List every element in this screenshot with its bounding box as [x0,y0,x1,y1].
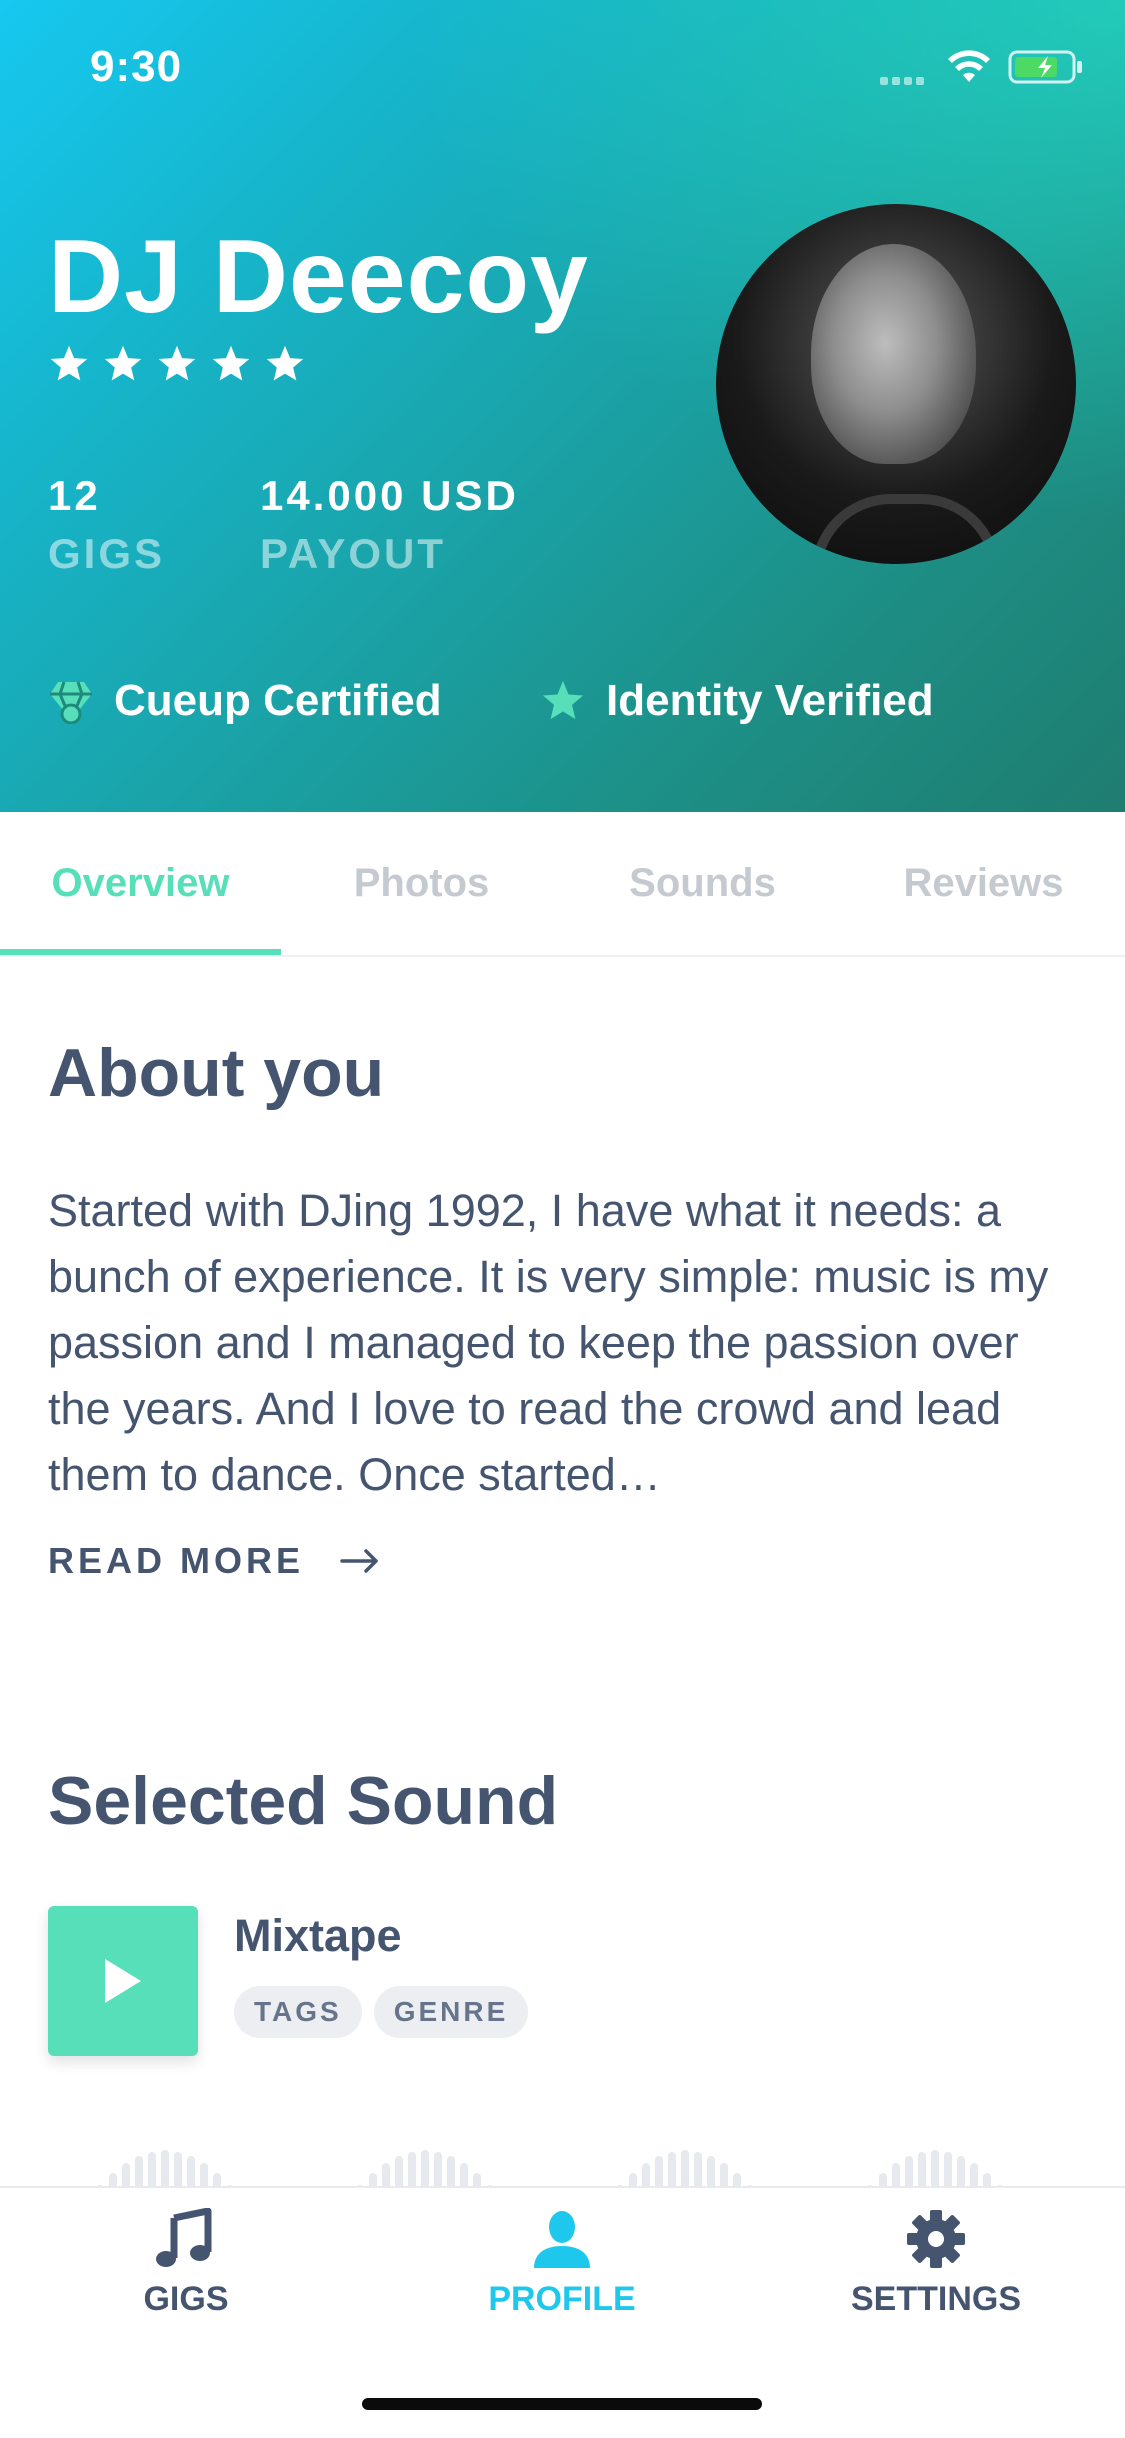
avatar[interactable] [716,204,1076,564]
play-icon [105,1959,141,2003]
nav-gigs[interactable]: GIGS [86,2208,286,2319]
rating-star-icon [158,345,196,381]
rating-star-icon [266,345,304,381]
badge-identity-verified-label: Identity Verified [606,676,934,725]
rating-star-icon [104,345,142,381]
nav-settings[interactable]: SETTINGS [836,2208,1036,2319]
avatar-face [811,244,976,464]
nav-settings-label: SETTINGS [850,2280,1022,2318]
tab-overview[interactable]: Overview [0,812,281,955]
tab-sounds[interactable]: Sounds [562,812,843,955]
nav-gigs-label: GIGS [143,2280,229,2318]
profile-header: 9:30 DJ Deecoy 12 GIGS 14.000 USD PAYOUT [0,0,1125,812]
cellular-signal-icon [880,72,932,85]
stat-gigs-label: GIGS [48,530,166,577]
stat-gigs-value: 12 [48,472,101,519]
badge-cueup-certified: Cueup Certified [48,676,442,726]
nav-profile-label: PROFILE [488,2280,636,2318]
status-time: 9:30 [90,42,183,91]
gear-icon [907,2210,965,2268]
rating-stars [48,344,306,384]
track-tags: TAGS GENRE [234,1986,529,2038]
nav-profile[interactable]: PROFILE [462,2208,662,2319]
stat-payout-value: 14.000 USD [260,472,519,519]
status-bar: 9:30 [0,0,1125,140]
tab-photos[interactable]: Photos [281,812,562,955]
about-text: Started with DJing 1992, I have what it … [48,1185,1049,1500]
music-note-icon [156,2208,212,2267]
play-button[interactable] [48,1906,198,2056]
rating-star-icon [50,345,88,381]
diamond-icon [50,681,92,724]
active-tab-indicator [0,949,281,955]
person-icon [534,2211,590,2268]
wifi-icon [948,50,990,82]
genre-chip[interactable]: GENRE [373,1986,529,2038]
stat-payout: 14.000 USD PAYOUT [260,472,519,578]
selected-sound-title: Selected Sound [48,1763,559,1839]
arrow-right-icon [340,1549,378,1573]
stat-gigs: 12 GIGS [48,472,165,578]
about-title: About you [48,1035,385,1111]
track-title: Mixtape [234,1910,402,1961]
tab-reviews[interactable]: Reviews [843,812,1124,955]
star-icon [542,680,584,720]
badge-cueup-certified-label: Cueup Certified [114,676,442,725]
read-more-link[interactable]: READ MORE [48,1540,380,1582]
read-more-label: READ MORE [48,1540,305,1581]
profile-name: DJ Deecoy [48,219,589,335]
rating-star-icon [212,345,250,381]
battery-icon [1008,50,1082,84]
tag-chip[interactable]: TAGS [234,1986,362,2038]
stat-payout-label: PAYOUT [260,530,447,577]
headphones [811,494,1001,564]
profile-tabs: Overview Photos Sounds Reviews [0,812,1125,957]
home-indicator [362,2398,762,2410]
badge-identity-verified: Identity Verified [540,676,934,726]
